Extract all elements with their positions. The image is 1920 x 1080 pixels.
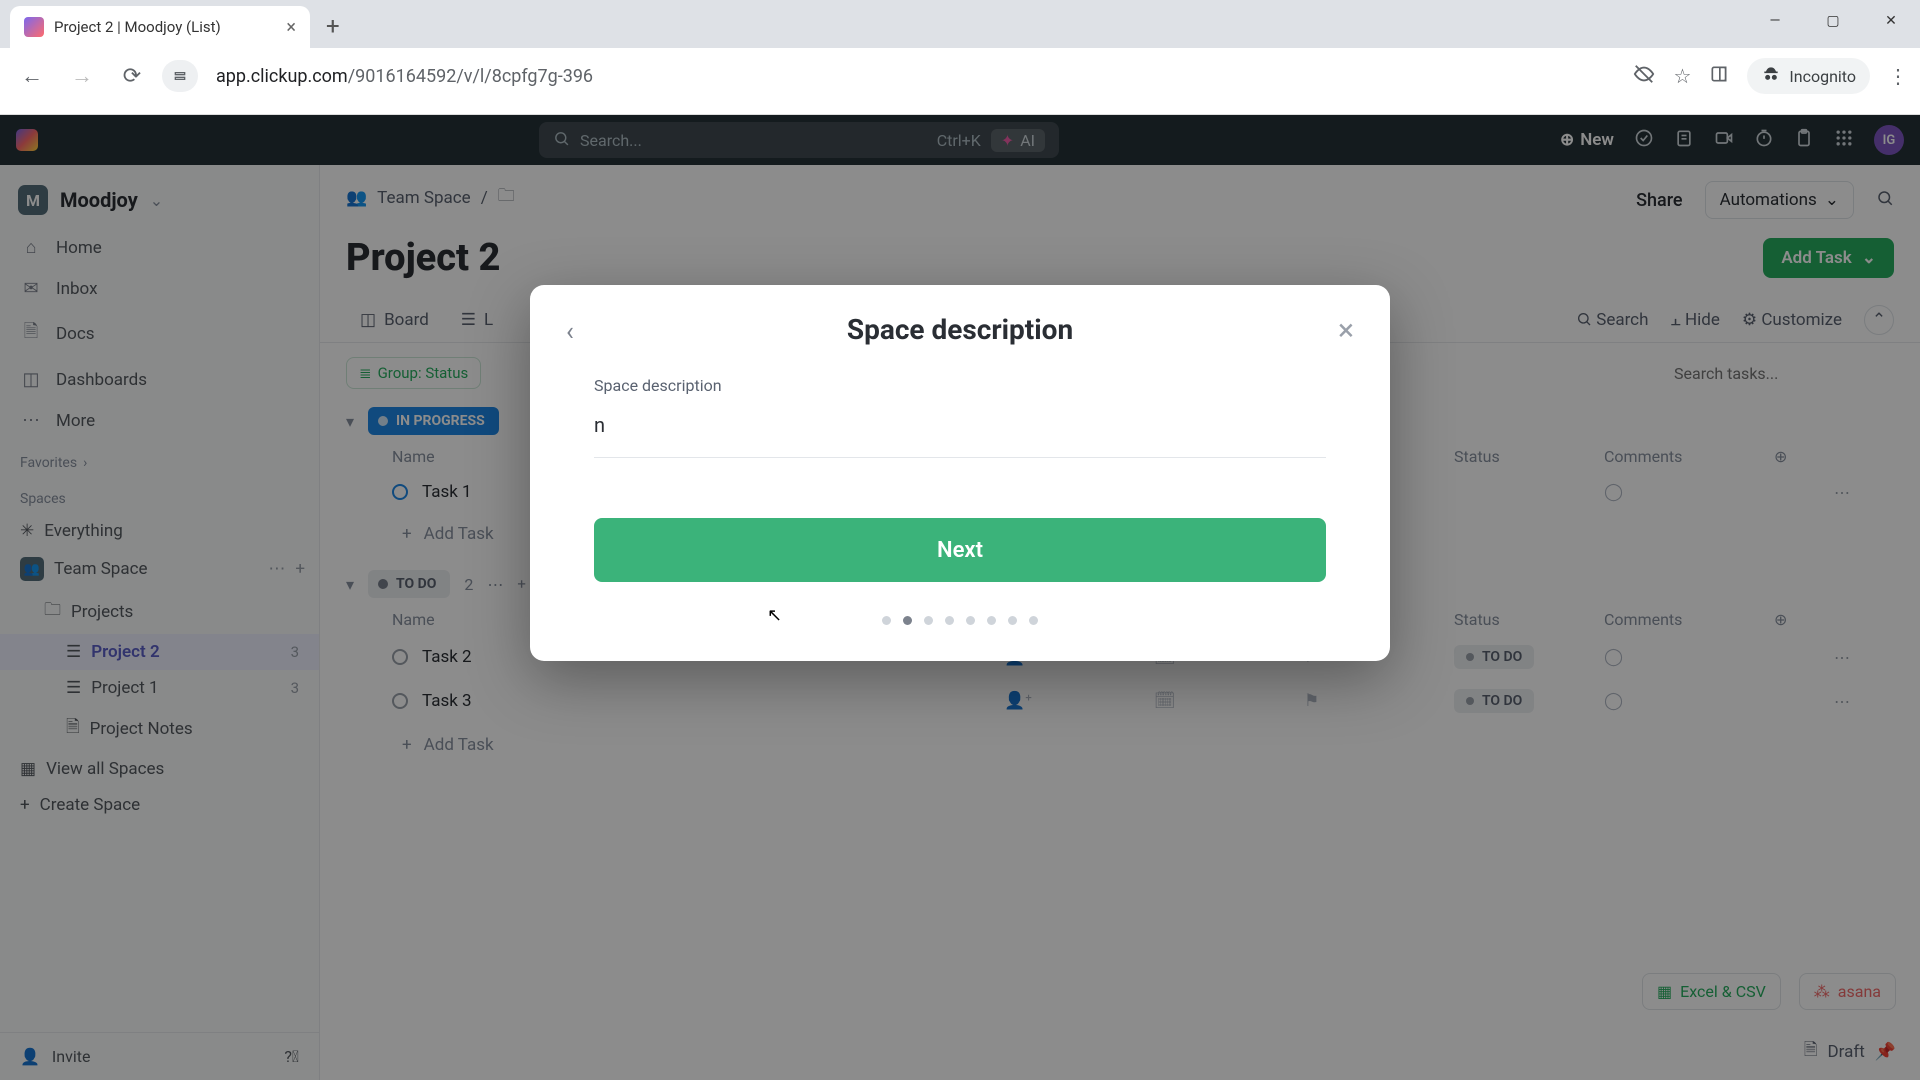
incognito-icon [1761,64,1781,88]
back-button[interactable]: ← [12,56,52,96]
incognito-badge[interactable]: Incognito [1747,58,1870,94]
step-dot [987,616,996,625]
eye-off-icon[interactable] [1633,63,1655,90]
browser-chrome: Project 2 | Moodjoy (List) × + ― ▢ ✕ ← →… [0,0,1920,115]
field-label: Space description [594,376,1326,395]
space-description-modal: ‹ Space description × Space description … [530,285,1390,661]
favicon-icon [24,17,44,37]
tab-bar: Project 2 | Moodjoy (List) × + ― ▢ ✕ [0,0,1920,48]
close-tab-icon[interactable]: × [286,17,296,38]
new-tab-button[interactable]: + [310,12,356,48]
extensions-icon[interactable] [1709,64,1729,89]
step-dot [924,616,933,625]
address-bar: ← → ⟳ app.clickup.com/9016164592/v/l/8cp… [0,48,1920,104]
back-button[interactable]: ‹ [566,317,574,347]
space-description-input[interactable] [594,405,1326,458]
step-dot [1008,616,1017,625]
reload-button[interactable]: ⟳ [112,56,152,96]
close-window-button[interactable]: ✕ [1862,0,1920,42]
url-display[interactable]: app.clickup.com/9016164592/v/l/8cpfg7g-3… [208,66,1623,87]
maximize-button[interactable]: ▢ [1804,0,1862,42]
minimize-button[interactable]: ― [1746,0,1804,42]
modal-body: Space description [530,358,1390,458]
bookmark-icon[interactable]: ☆ [1673,64,1691,88]
next-button[interactable]: Next [594,518,1326,582]
app: Search... Ctrl+K ✦ AI ⊕ New [0,115,1920,1080]
forward-button[interactable]: → [62,56,102,96]
step-indicator [530,616,1390,625]
step-dot [945,616,954,625]
browser-menu-icon[interactable]: ⋮ [1888,64,1908,88]
browser-tab[interactable]: Project 2 | Moodjoy (List) × [10,6,310,48]
address-icons: ☆ Incognito ⋮ [1633,58,1908,94]
step-dot [1029,616,1038,625]
close-icon[interactable]: × [1338,313,1354,348]
step-dot [903,616,912,625]
step-dot [882,616,891,625]
modal-header: ‹ Space description × [530,313,1390,358]
window-controls: ― ▢ ✕ [1746,0,1920,42]
step-dot [966,616,975,625]
modal-title: Space description [847,313,1073,346]
cursor-icon: ↖ [767,605,782,626]
site-info-icon[interactable] [162,60,198,92]
tab-title: Project 2 | Moodjoy (List) [54,18,276,36]
